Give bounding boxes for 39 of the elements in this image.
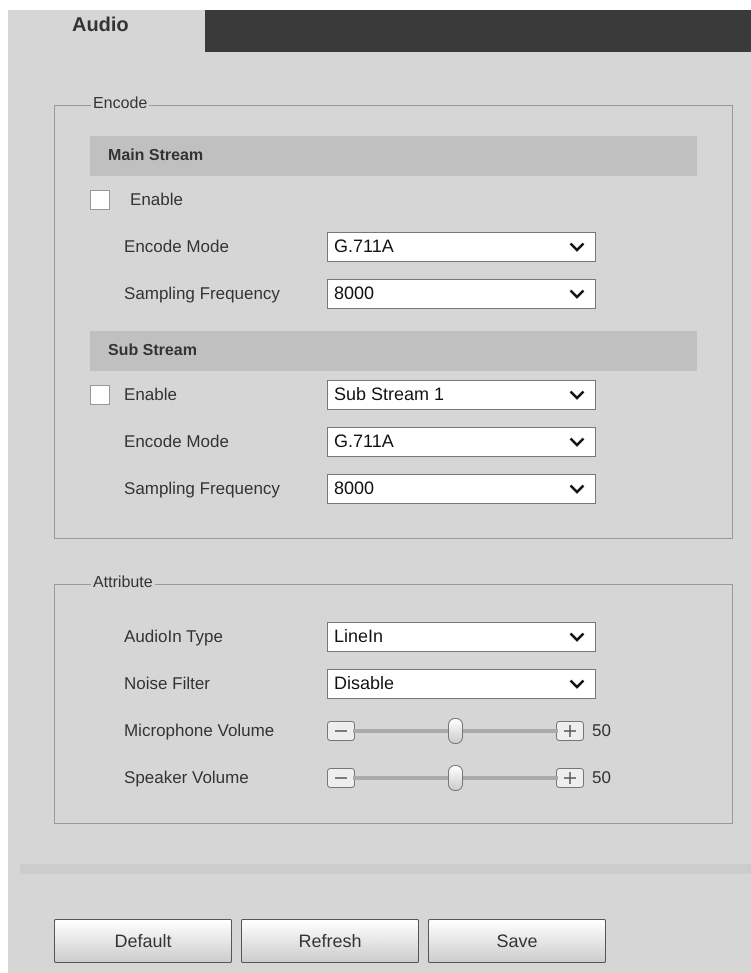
slider-thumb[interactable] <box>448 764 462 790</box>
chevron-down-icon <box>569 678 585 688</box>
section-header: Sub Stream <box>90 331 697 371</box>
minus-button[interactable] <box>327 768 355 788</box>
dropdown[interactable]: Disable <box>327 668 596 698</box>
dropdown[interactable]: 8000 <box>327 278 596 308</box>
stream-dropdown[interactable]: Sub Stream 1 <box>327 380 596 410</box>
dropdown[interactable]: G.711A <box>327 232 596 262</box>
slider-thumb[interactable] <box>448 718 462 744</box>
field-label: AudioIn Type <box>124 626 224 646</box>
volume-value: 50 <box>592 768 611 788</box>
chevron-down-icon <box>569 632 585 642</box>
chevron-down-icon <box>569 436 585 446</box>
plus-button[interactable] <box>556 768 584 788</box>
chevron-down-icon <box>569 242 585 252</box>
action-button[interactable]: Save <box>428 919 606 963</box>
field-label: Speaker Volume <box>124 768 250 788</box>
field-label: Noise Filter <box>124 674 211 694</box>
chevron-down-icon <box>569 288 585 298</box>
field-label: Microphone Volume <box>124 720 276 740</box>
enable-label: Enable <box>130 190 184 210</box>
chevron-down-icon <box>569 484 585 494</box>
dropdown[interactable]: G.711A <box>327 426 596 456</box>
field-label: Encode Mode <box>124 236 230 256</box>
minus-button[interactable] <box>327 720 355 740</box>
volume-value: 50 <box>592 720 611 740</box>
action-button[interactable]: Refresh <box>241 919 419 963</box>
dropdown[interactable]: 8000 <box>327 474 596 504</box>
enable-label: Enable <box>124 384 178 404</box>
action-button[interactable]: Default <box>54 919 232 963</box>
dropdown[interactable]: LineIn <box>327 622 596 652</box>
field-label: Sampling Frequency <box>124 284 281 304</box>
section-header: Main Stream <box>90 136 697 176</box>
chevron-down-icon <box>569 390 585 400</box>
field-label: Sampling Frequency <box>124 478 281 498</box>
enable-checkbox[interactable] <box>90 384 110 404</box>
enable-checkbox[interactable] <box>90 190 110 210</box>
plus-button[interactable] <box>556 720 584 740</box>
field-label: Encode Mode <box>124 432 230 452</box>
